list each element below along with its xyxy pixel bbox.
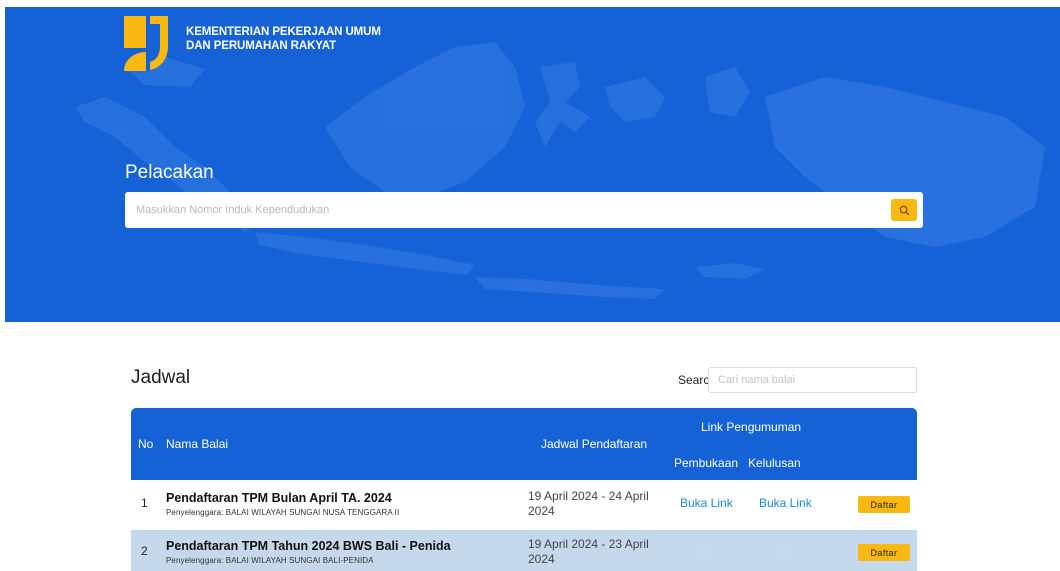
- column-header-name[interactable]: Nama Balai: [166, 437, 228, 451]
- opening-link[interactable]: Buka Link: [680, 496, 733, 510]
- balai-search-input[interactable]: [708, 367, 917, 393]
- nik-input[interactable]: [125, 192, 885, 228]
- opening-empty: -: [702, 544, 706, 558]
- row-date: 19 April 2024 - 24 April 2024: [528, 489, 649, 518]
- passing-link[interactable]: Buka Link: [759, 496, 812, 510]
- table-row: 1 Pendaftaran TPM Bulan April TA. 2024 P…: [131, 482, 917, 525]
- tracking-search-bar: [125, 192, 923, 228]
- register-button[interactable]: Daftar: [858, 544, 910, 561]
- row-title: Pendaftaran TPM Tahun 2024 BWS Bali - Pe…: [166, 539, 451, 553]
- column-header-link-group: Link Pengumuman: [701, 420, 802, 434]
- tracking-title: Pelacakan: [125, 162, 214, 183]
- ministry-name-line1: KEMENTERIAN PEKERJAAN UMUM: [186, 26, 381, 38]
- column-header-date[interactable]: Jadwal Pendaftaran: [541, 437, 647, 451]
- tracking-search-button[interactable]: [891, 199, 917, 221]
- hero-banner: KEMENTERIAN PEKERJAAN UMUM DAN PERUMAHAN…: [5, 7, 1060, 322]
- ministry-name-line2: DAN PERUMAHAN RAKYAT: [186, 40, 337, 52]
- row-number: 1: [141, 496, 148, 510]
- column-header-opening[interactable]: Pembukaan: [674, 456, 738, 470]
- row-title: Pendaftaran TPM Bulan April TA. 2024: [166, 491, 392, 505]
- register-button[interactable]: Daftar: [858, 496, 910, 513]
- table-row: 2 Pendaftaran TPM Tahun 2024 BWS Bali - …: [131, 530, 917, 571]
- passing-empty: -: [782, 544, 786, 558]
- search-icon: [899, 205, 909, 215]
- pupr-logo-icon: [124, 16, 168, 71]
- column-header-passing[interactable]: Kelulusan: [748, 456, 801, 470]
- ministry-name: KEMENTERIAN PEKERJAAN UMUM DAN PERUMAHAN…: [186, 25, 381, 53]
- schedule-table-header: No Nama Balai Jadwal Pendaftaran Link Pe…: [131, 408, 917, 480]
- row-number: 2: [141, 544, 148, 558]
- row-organizer: Penyelenggara: BALAI WILAYAH SUNGAI NUSA…: [166, 508, 400, 517]
- row-date: 19 April 2024 - 23 April 2024: [528, 537, 649, 566]
- row-organizer: Penyelenggara: BALAI WILAYAH SUNGAI BALI…: [166, 556, 374, 565]
- schedule-title: Jadwal: [131, 367, 191, 388]
- column-header-no[interactable]: No: [138, 437, 153, 451]
